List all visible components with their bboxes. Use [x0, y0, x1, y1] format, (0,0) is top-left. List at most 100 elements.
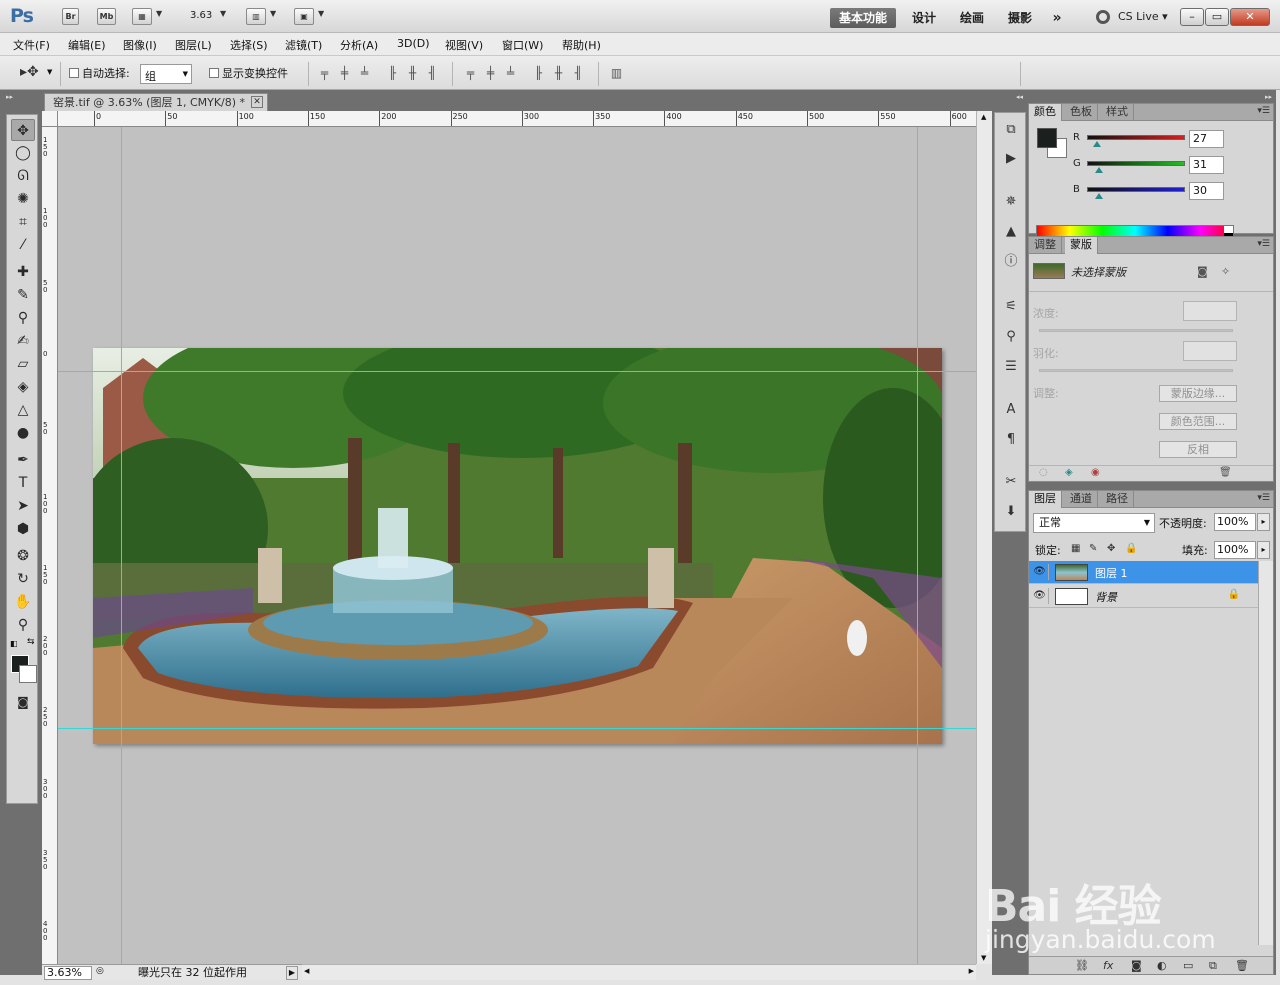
panel-menu-icon[interactable]: ▾☰ — [1257, 493, 1270, 503]
scroll-right-icon[interactable]: ▶ — [969, 967, 974, 975]
quick-mask-icon[interactable]: ◙ — [11, 691, 35, 713]
clone-source-icon[interactable]: ⚲ — [1002, 328, 1020, 346]
guide-horizontal[interactable] — [58, 728, 976, 729]
visibility-eye-icon[interactable]: 👁 — [1031, 564, 1049, 580]
distribute-vcenter-icon[interactable]: ╪ — [484, 67, 497, 80]
collapse-panels-icon[interactable]: ▸▸ — [1265, 93, 1272, 101]
character-panel-icon[interactable]: A — [1002, 401, 1020, 419]
swap-colors-icon[interactable]: ⇆ — [27, 637, 35, 647]
channel-slider-thumb[interactable] — [1094, 193, 1103, 199]
lock-position-icon[interactable]: ✥ — [1107, 543, 1115, 554]
navigator-panel-icon[interactable]: ✵ — [1002, 193, 1020, 211]
new-group-icon[interactable]: ▭ — [1183, 959, 1193, 972]
brush-presets-icon[interactable]: ⚟ — [1002, 298, 1020, 316]
shape-tool-icon[interactable]: ⬢ — [11, 518, 35, 540]
cs-live-menu[interactable]: CS Live ▾ — [1118, 10, 1168, 23]
link-layers-icon[interactable]: ⛓ — [1075, 959, 1089, 972]
history-panel-icon[interactable]: ⧉ — [1002, 121, 1020, 139]
scroll-down-icon[interactable]: ▼ — [981, 954, 986, 962]
zoom-level[interactable]: 3.63 — [190, 10, 212, 21]
tab-adjustments[interactable]: 调整 — [1029, 237, 1062, 254]
fill-slider-icon[interactable]: ▸ — [1257, 541, 1270, 559]
lock-image-icon[interactable]: ✎ — [1089, 543, 1097, 554]
fill-field[interactable]: 100% — [1214, 541, 1256, 559]
load-selection-icon[interactable]: ◌ — [1039, 467, 1048, 478]
paragraph-panel-icon[interactable]: ¶ — [1002, 431, 1020, 449]
opacity-field[interactable]: 100% — [1214, 513, 1256, 531]
foreground-color-swatch[interactable] — [1037, 128, 1057, 148]
tool-presets-icon[interactable]: ☰ — [1002, 358, 1020, 376]
info-panel-icon[interactable]: ⓘ — [1002, 253, 1020, 271]
menu-filter[interactable]: 滤镜(T) — [285, 37, 322, 53]
dodge-tool-icon[interactable]: ● — [11, 422, 35, 444]
auto-select-checkbox[interactable] — [69, 68, 79, 78]
menu-window[interactable]: 窗口(W) — [502, 37, 543, 53]
layers-scrollbar[interactable] — [1258, 561, 1273, 945]
delete-layer-icon[interactable]: 🗑 — [1235, 959, 1249, 972]
align-top-icon[interactable]: ╤ — [318, 67, 331, 80]
auto-align-layers-icon[interactable]: ▥ — [610, 67, 623, 80]
align-bottom-icon[interactable]: ╧ — [358, 67, 371, 80]
new-layer-icon[interactable]: ⧉ — [1209, 959, 1217, 973]
tab-channels[interactable]: 通道 — [1065, 491, 1098, 508]
background-color-swatch[interactable] — [19, 665, 37, 683]
distribute-top-icon[interactable]: ╤ — [464, 67, 477, 80]
delete-mask-icon[interactable]: 🗑 — [1219, 467, 1232, 478]
more-workspaces-icon[interactable]: » — [1046, 8, 1068, 28]
restore-button[interactable]: ▭ — [1205, 8, 1229, 26]
align-vcenter-icon[interactable]: ╪ — [338, 67, 351, 80]
opacity-slider-icon[interactable]: ▸ — [1257, 513, 1270, 531]
add-mask-icon[interactable]: ◙ — [1131, 959, 1142, 972]
channel-slider-thumb[interactable] — [1094, 167, 1103, 173]
guide-vertical[interactable] — [917, 127, 918, 964]
bridge-button[interactable]: Br — [62, 8, 79, 25]
channel-slider[interactable] — [1087, 187, 1185, 192]
view-extras-dropdown-icon[interactable]: ▼ — [156, 9, 162, 18]
invert-button[interactable]: 反相 — [1159, 441, 1237, 458]
layer-row-1[interactable]: 👁 图层 1 — [1029, 561, 1258, 584]
guide-vertical[interactable] — [121, 127, 122, 964]
workspace-design[interactable]: 设计 — [906, 8, 942, 28]
canvas-area[interactable] — [58, 127, 976, 964]
menu-file[interactable]: 文件(F) — [13, 37, 50, 53]
blend-mode-dropdown[interactable]: 正常 ▼ — [1033, 513, 1155, 533]
move-tool-icon[interactable]: ✥ — [11, 119, 35, 141]
close-document-icon[interactable]: ✕ — [251, 96, 264, 108]
3d-panel-icon[interactable]: ✂ — [1002, 473, 1020, 491]
minimize-button[interactable]: – — [1180, 8, 1204, 26]
channel-value-field[interactable]: 30 — [1189, 182, 1224, 200]
hand-tool-icon[interactable]: ✋ — [11, 591, 35, 613]
layer-row-background[interactable]: 👁 背景 🔒 — [1029, 585, 1258, 608]
align-left-icon[interactable]: ╟ — [386, 67, 399, 80]
horizontal-ruler[interactable]: 0 50 100 150 200 250 300 350 400 450 500 550 600 — [58, 111, 976, 127]
density-field[interactable] — [1183, 301, 1237, 321]
document-tab[interactable]: 窑景.tif @ 3.63% (图层 1, CMYK/8) * ✕ — [44, 93, 269, 111]
ruler-origin[interactable] — [42, 111, 58, 127]
tab-styles[interactable]: 样式 — [1101, 104, 1134, 121]
tab-paths[interactable]: 路径 — [1101, 491, 1134, 508]
apply-mask-icon[interactable]: ◈ — [1065, 467, 1073, 478]
menu-help[interactable]: 帮助(H) — [562, 37, 601, 53]
status-info-icon[interactable]: ◎ — [96, 966, 110, 980]
close-button[interactable]: ✕ — [1230, 8, 1270, 26]
align-hcenter-icon[interactable]: ╫ — [406, 67, 419, 80]
vertical-scrollbar[interactable]: ▲ ▼ — [976, 111, 992, 964]
color-range-button[interactable]: 颜色范围... — [1159, 413, 1237, 430]
spot-healing-icon[interactable]: ✚ — [11, 261, 35, 283]
histogram-panel-icon[interactable]: ▲ — [1002, 223, 1020, 241]
scroll-up-icon[interactable]: ▲ — [981, 113, 986, 121]
channel-slider[interactable] — [1087, 161, 1185, 166]
clone-stamp-icon[interactable]: ⚲ — [11, 307, 35, 329]
lock-transparent-icon[interactable]: ▦ — [1071, 543, 1080, 554]
lock-all-icon[interactable]: 🔒 — [1125, 543, 1137, 554]
feather-field[interactable] — [1183, 341, 1237, 361]
density-slider[interactable] — [1039, 329, 1233, 332]
arrange-documents-icon[interactable]: ▥ — [246, 8, 266, 25]
type-tool-icon[interactable]: T — [11, 472, 35, 494]
distribute-hcenter-icon[interactable]: ╫ — [552, 67, 565, 80]
visibility-eye-icon[interactable]: 👁 — [1031, 588, 1049, 604]
distribute-bottom-icon[interactable]: ╧ — [504, 67, 517, 80]
menu-select[interactable]: 选择(S) — [230, 37, 268, 53]
path-selection-icon[interactable]: ➤ — [11, 495, 35, 517]
collapse-tools-icon[interactable]: ▸▸ — [6, 93, 38, 101]
